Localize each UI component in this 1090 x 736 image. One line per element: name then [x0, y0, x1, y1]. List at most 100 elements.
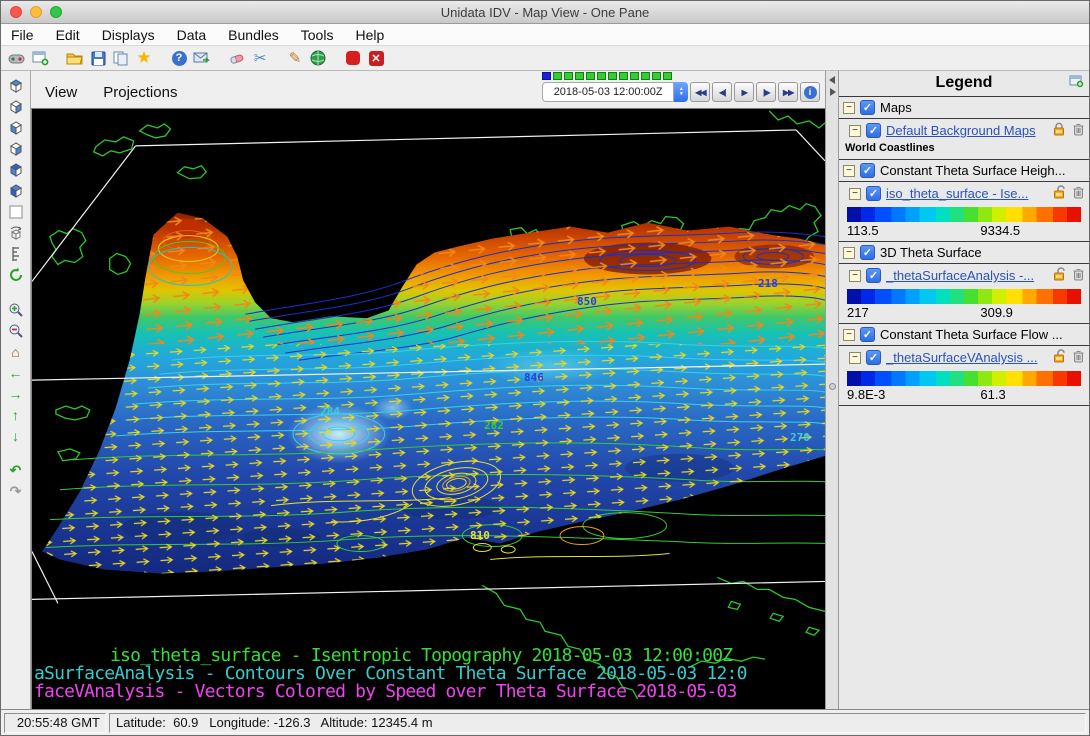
trash-icon[interactable]: [1072, 349, 1085, 366]
collapse-left-icon[interactable]: [829, 76, 835, 84]
splitter-grip[interactable]: [829, 383, 836, 390]
time-spinner[interactable]: ▲▼: [674, 82, 688, 102]
play-button[interactable]: ▶: [734, 82, 754, 102]
menu-edit[interactable]: Edit: [56, 27, 80, 43]
collapse-toggle[interactable]: −: [849, 125, 861, 137]
visibility-checkbox[interactable]: ✓: [860, 163, 875, 178]
view-top-icon[interactable]: [5, 75, 27, 96]
collapse-toggle[interactable]: −: [849, 352, 861, 364]
menu-file[interactable]: File: [11, 27, 34, 43]
menu-tools[interactable]: Tools: [301, 27, 334, 43]
dashboard-icon[interactable]: [7, 48, 27, 68]
minimize-window-button[interactable]: [30, 6, 42, 18]
vertical-scale-icon[interactable]: [5, 243, 27, 264]
support-request-icon[interactable]: [192, 48, 212, 68]
menu-data[interactable]: Data: [177, 27, 207, 43]
visibility-checkbox[interactable]: ✓: [860, 327, 875, 342]
display-link[interactable]: iso_theta_surface - Ise...: [886, 186, 1047, 201]
redo-icon[interactable]: ↷: [5, 481, 27, 502]
display-link[interactable]: Default Background Maps: [886, 123, 1047, 138]
edit-icon[interactable]: ✎: [285, 48, 305, 68]
lock-open-icon[interactable]: [1052, 267, 1066, 284]
time-step-square[interactable]: [586, 72, 595, 80]
help-icon[interactable]: ?: [169, 48, 189, 68]
visibility-checkbox[interactable]: ✓: [866, 123, 881, 138]
visibility-checkbox[interactable]: ✓: [866, 350, 881, 365]
time-step-square[interactable]: [564, 72, 573, 80]
map-3d-canvas[interactable]: 218 850 846 284 282 810 270 iso_theta_su…: [31, 109, 825, 709]
time-step-square[interactable]: [619, 72, 628, 80]
cut-icon[interactable]: ✂: [250, 48, 270, 68]
time-step-square[interactable]: [652, 72, 661, 80]
menu-help[interactable]: Help: [355, 27, 384, 43]
trash-icon[interactable]: [1072, 122, 1085, 139]
time-step-square-active[interactable]: [542, 72, 551, 80]
colorbar-3d-theta[interactable]: [847, 289, 1081, 304]
collapse-toggle[interactable]: −: [843, 165, 855, 177]
menu-displays[interactable]: Displays: [102, 27, 155, 43]
time-step-square[interactable]: [575, 72, 584, 80]
copy-icon[interactable]: [111, 48, 131, 68]
zoom-out-icon[interactable]: [5, 320, 27, 341]
visibility-checkbox[interactable]: ✓: [866, 268, 881, 283]
go-last-button[interactable]: ▶▶: [778, 82, 798, 102]
collapse-toggle[interactable]: −: [849, 188, 861, 200]
trash-icon[interactable]: [1072, 185, 1085, 202]
menu-bundles[interactable]: Bundles: [228, 27, 279, 43]
float-legend-icon[interactable]: [1069, 75, 1084, 91]
reset-box-icon[interactable]: [5, 201, 27, 222]
view-west-icon[interactable]: [5, 159, 27, 180]
time-info-button[interactable]: i: [800, 82, 820, 102]
collapse-toggle[interactable]: −: [849, 270, 861, 282]
menu-projections[interactable]: Projections: [103, 84, 177, 101]
new-window-icon[interactable]: [30, 48, 50, 68]
time-select-dropdown[interactable]: 2018-05-03 12:00:00Z: [542, 82, 674, 102]
remove-displays-icon[interactable]: [227, 48, 247, 68]
undo-icon[interactable]: ↶: [5, 460, 27, 481]
exit-icon[interactable]: ✕: [366, 48, 386, 68]
close-window-button[interactable]: [10, 6, 22, 18]
time-step-strip[interactable]: [542, 72, 820, 80]
colorbar-theta-height[interactable]: [847, 207, 1081, 222]
legend-splitter[interactable]: [825, 71, 839, 709]
save-bundle-icon[interactable]: [88, 48, 108, 68]
pan-up-icon[interactable]: ↑: [5, 404, 27, 425]
display-link[interactable]: _thetaSurfaceAnalysis -...: [886, 268, 1047, 283]
visibility-checkbox[interactable]: ✓: [866, 186, 881, 201]
time-step-square[interactable]: [663, 72, 672, 80]
lock-closed-icon[interactable]: [1052, 122, 1066, 139]
step-back-button[interactable]: ◀|: [712, 82, 732, 102]
pan-right-icon[interactable]: →: [5, 383, 27, 404]
trash-icon[interactable]: [1072, 267, 1085, 284]
display-link[interactable]: _thetaSurfaceVAnalysis ...: [886, 350, 1047, 365]
collapse-right-icon[interactable]: [830, 88, 836, 96]
pan-down-icon[interactable]: ↓: [5, 425, 27, 446]
zoom-window-button[interactable]: [50, 6, 62, 18]
time-step-square[interactable]: [553, 72, 562, 80]
time-step-square[interactable]: [630, 72, 639, 80]
view-north-icon[interactable]: [5, 117, 27, 138]
favorites-icon[interactable]: ★: [134, 48, 154, 68]
view-bottom-icon[interactable]: [5, 96, 27, 117]
collapse-toggle[interactable]: −: [843, 247, 855, 259]
zoom-in-icon[interactable]: [5, 299, 27, 320]
visibility-checkbox[interactable]: ✓: [860, 245, 875, 260]
globe-icon[interactable]: [308, 48, 328, 68]
collapse-toggle[interactable]: −: [843, 329, 855, 341]
go-first-button[interactable]: ◀◀: [690, 82, 710, 102]
rotate-view-icon[interactable]: [5, 222, 27, 243]
lock-open-icon[interactable]: [1052, 185, 1066, 202]
time-step-square[interactable]: [641, 72, 650, 80]
step-forward-button[interactable]: |▶: [756, 82, 776, 102]
home-view-icon[interactable]: ⌂: [5, 341, 27, 362]
view-perspective-icon[interactable]: [5, 180, 27, 201]
view-east-icon[interactable]: [5, 138, 27, 159]
time-step-square[interactable]: [597, 72, 606, 80]
time-step-square[interactable]: [608, 72, 617, 80]
open-bundle-icon[interactable]: [65, 48, 85, 68]
visibility-checkbox[interactable]: ✓: [860, 100, 875, 115]
colorbar-theta-flow[interactable]: [847, 371, 1081, 386]
auto-rotate-icon[interactable]: [5, 264, 27, 285]
menu-view[interactable]: View: [45, 84, 77, 101]
pan-left-icon[interactable]: ←: [5, 362, 27, 383]
